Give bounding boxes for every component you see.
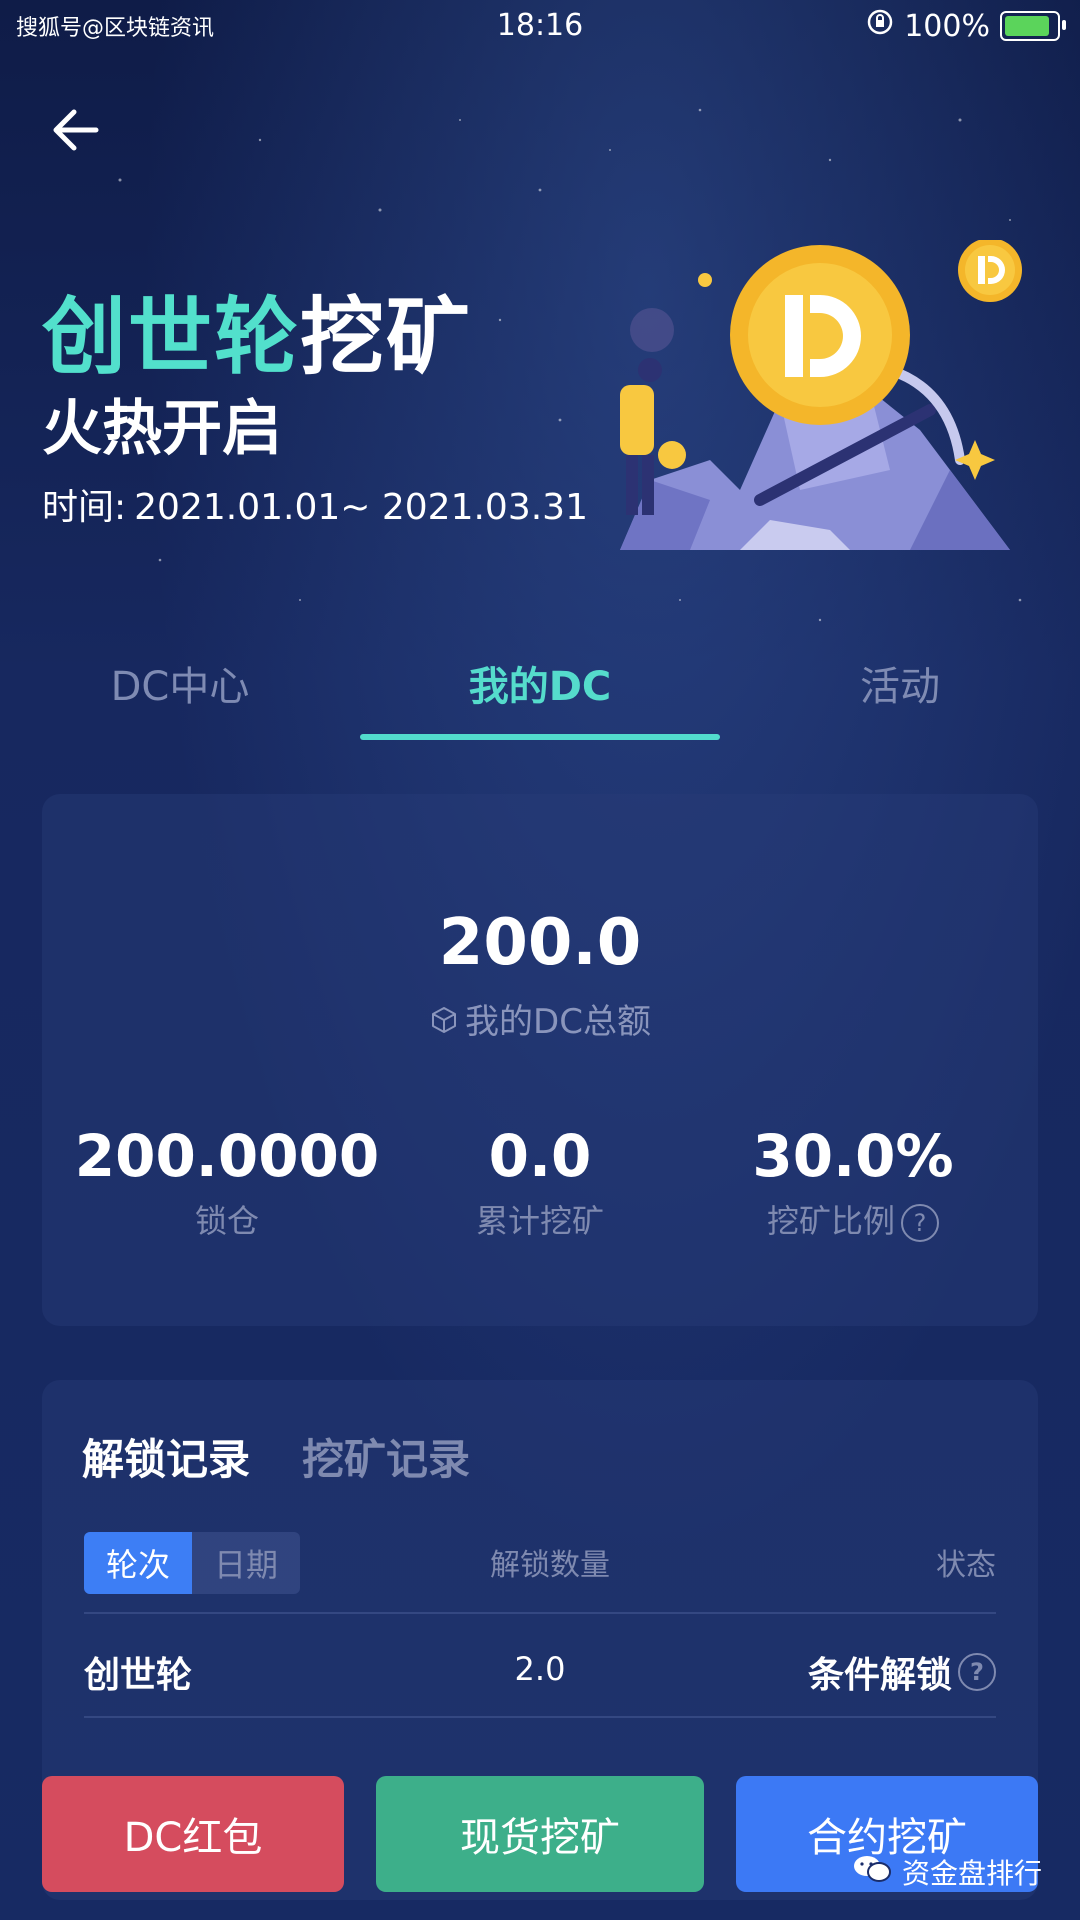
status-right: 100% [866, 8, 1066, 44]
watermark-bottom-text: 资金盘排行 [901, 1857, 1042, 1890]
hero-time-value: 2021.01.01~ 2021.03.31 [134, 487, 588, 528]
stat-mined: 0.0 累计挖矿 [375, 1122, 705, 1242]
hero-time: 时间: 2021.01.01~ 2021.03.31 [42, 478, 588, 530]
hero-title-accent: 创世轮 [42, 288, 301, 386]
row-status-text: 条件解锁 [807, 1655, 952, 1696]
cube-icon [429, 1004, 459, 1044]
watermark-bottom: 资金盘排行 [852, 1852, 1042, 1892]
stat-mined-value: 0.0 [488, 1122, 592, 1190]
battery-icon [1000, 11, 1066, 41]
tab-active-indicator [360, 734, 720, 740]
tab-activity[interactable]: 活动 [720, 654, 1080, 712]
orientation-lock-icon [866, 8, 894, 44]
summary-card: 200.0 我的DC总额 200.0000 锁仓 0.0 累计挖矿 30.0% … [42, 794, 1038, 1326]
toggle-date[interactable]: 日期 [192, 1532, 300, 1594]
column-header-amount: 解锁数量 [490, 1548, 610, 1583]
records-tabs: 解锁记录 挖矿记录 [82, 1426, 470, 1487]
dc-total-label: 我的DC总额 [42, 994, 1038, 1044]
stat-locked-label: 锁仓 [194, 1202, 259, 1240]
hero-title-rest: 挖矿 [300, 288, 473, 386]
row-divider [84, 1716, 996, 1718]
tab-dc-center[interactable]: DC中心 [0, 654, 360, 712]
hero-title: 创世轮挖矿 [42, 270, 472, 391]
column-header-status: 状态 [936, 1548, 996, 1583]
stat-ratio: 30.0% 挖矿比例? [688, 1122, 1018, 1242]
tab-mining-records[interactable]: 挖矿记录 [302, 1426, 470, 1487]
help-icon[interactable]: ? [958, 1653, 996, 1691]
stat-locked-value: 200.0000 [74, 1122, 380, 1190]
back-arrow-icon[interactable] [46, 100, 106, 160]
dc-red-packet-button[interactable]: DC红包 [42, 1776, 344, 1892]
stat-ratio-label: 挖矿比例? [688, 1196, 1018, 1242]
stat-locked: 200.0000 锁仓 [62, 1122, 392, 1242]
dc-total-value: 200.0 [438, 906, 642, 980]
tab-unlock-records[interactable]: 解锁记录 [82, 1426, 250, 1487]
stat-ratio-label-text: 挖矿比例 [766, 1202, 895, 1240]
toggle-round[interactable]: 轮次 [84, 1532, 193, 1594]
dc-total-label-text: 我的DC总额 [465, 1002, 651, 1042]
wechat-icon [852, 1853, 892, 1892]
hero-subtitle: 火热开启 [42, 394, 282, 464]
row-status: 条件解锁? [808, 1646, 996, 1698]
sort-toggle: 轮次 日期 [84, 1532, 301, 1594]
battery-percent: 100% [904, 8, 990, 44]
status-bar: 18:16 100% [0, 0, 1080, 54]
stat-mined-label: 累计挖矿 [475, 1202, 604, 1240]
row-divider [84, 1612, 996, 1614]
mining-illustration [620, 240, 1022, 550]
spot-mining-button[interactable]: 现货挖矿 [376, 1776, 704, 1892]
help-icon[interactable]: ? [901, 1204, 939, 1242]
tab-my-dc[interactable]: 我的DC [360, 654, 720, 712]
hero-time-label: 时间: [42, 487, 127, 528]
main-tabs: DC中心 我的DC 活动 [0, 640, 1080, 740]
stat-ratio-value: 30.0% [752, 1122, 954, 1190]
